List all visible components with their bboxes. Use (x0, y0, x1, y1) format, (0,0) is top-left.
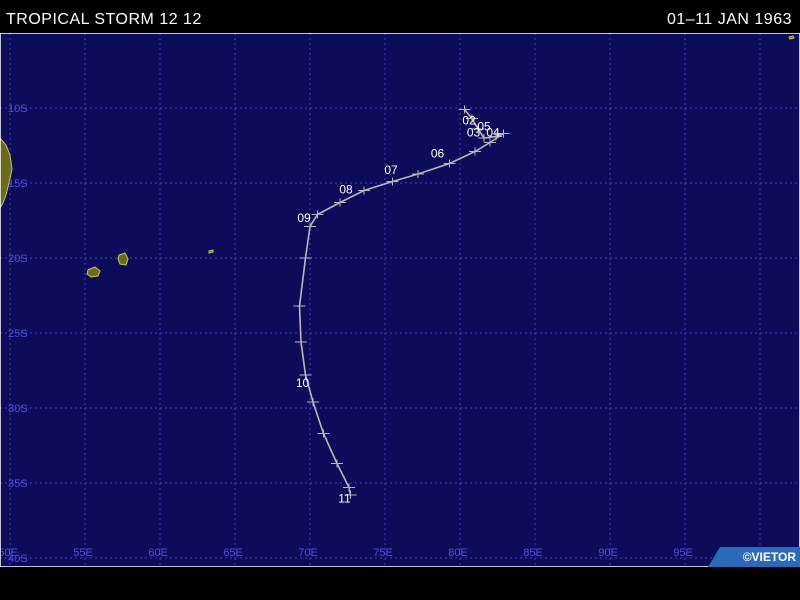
latitude-label: 20S (8, 253, 28, 265)
longitude-label: 75E (373, 547, 393, 559)
date-range: 01–11 JAN 1963 (666, 11, 792, 28)
track-map: 50E55E60E65E70E75E80E85E90E95E100E10S15S… (0, 33, 800, 567)
latitude-label: 10S (8, 103, 28, 115)
small-islet (788, 35, 795, 40)
day-label: 05 (477, 120, 491, 134)
day-label: 09 (297, 211, 311, 225)
longitude-label: 85E (523, 547, 543, 559)
latitude-label: 30S (8, 403, 28, 415)
day-label: 10 (296, 376, 310, 390)
longitude-label: 55E (73, 547, 93, 559)
credit-label: ©VIETOR (742, 550, 796, 564)
day-label: 07 (384, 163, 398, 177)
latitude-label: 15S (8, 178, 28, 190)
day-label: 06 (431, 147, 445, 161)
longitude-label: 70E (298, 547, 318, 559)
latitude-label: 35S (8, 478, 28, 490)
longitude-label: 95E (673, 547, 693, 559)
storm-title: TROPICAL STORM 12 12 (6, 11, 202, 28)
ocean-background (0, 33, 800, 567)
day-label: 11 (338, 492, 351, 506)
longitude-label: 65E (223, 547, 243, 559)
rodrigues-island (208, 249, 214, 254)
longitude-label: 60E (148, 547, 168, 559)
longitude-label: 80E (448, 547, 468, 559)
latitude-label: 40S (8, 553, 28, 565)
day-label: 08 (339, 183, 353, 197)
longitude-label: 90E (598, 547, 618, 559)
latitude-label: 25S (8, 328, 28, 340)
